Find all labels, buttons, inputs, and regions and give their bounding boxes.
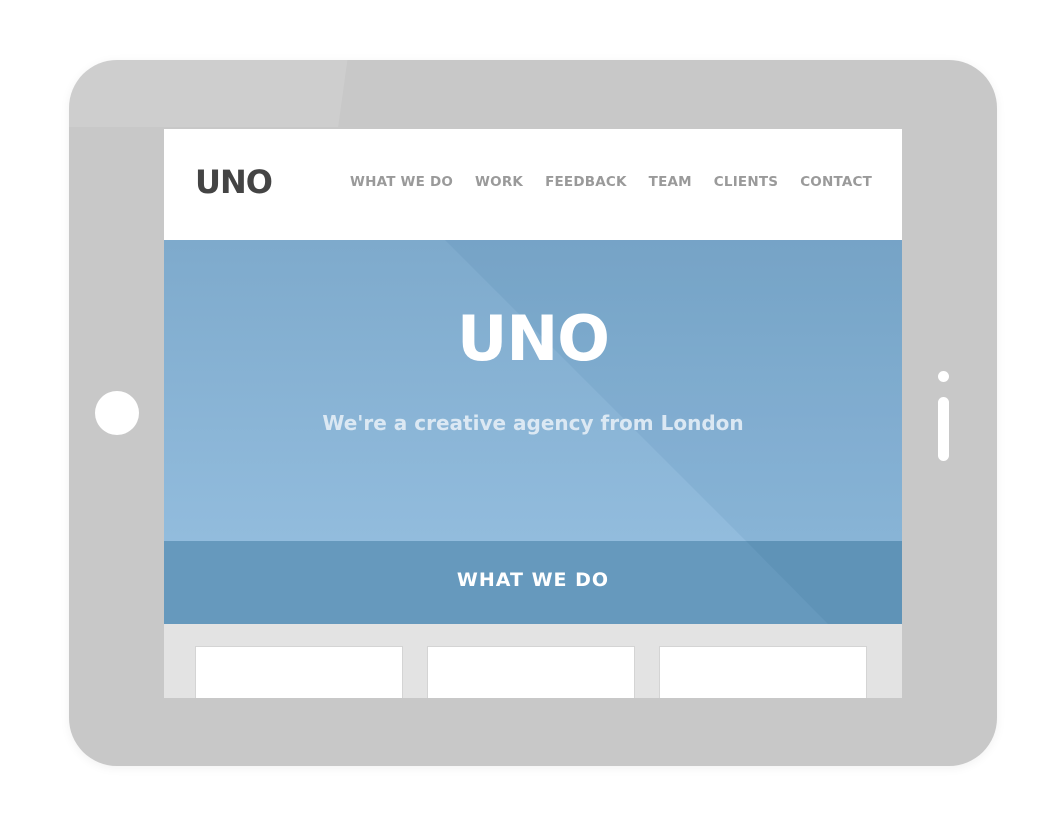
site-header: UNO WHAT WE DO WORK FEEDBACK TEAM CLIENT… bbox=[164, 129, 902, 240]
home-button[interactable] bbox=[95, 391, 139, 435]
hero-diagonal-shade bbox=[445, 240, 902, 541]
site-logo[interactable]: UNO bbox=[195, 163, 273, 201]
nav-item-contact[interactable]: CONTACT bbox=[800, 174, 872, 190]
camera-dot bbox=[938, 371, 949, 382]
nav-item-what-we-do[interactable]: WHAT WE DO bbox=[350, 174, 453, 190]
nav-item-feedback[interactable]: FEEDBACK bbox=[545, 174, 627, 190]
main-nav: WHAT WE DO WORK FEEDBACK TEAM CLIENTS CO… bbox=[350, 174, 872, 190]
screen: UNO WHAT WE DO WORK FEEDBACK TEAM CLIENT… bbox=[164, 129, 902, 698]
speaker-slot bbox=[938, 397, 949, 461]
hero-title: UNO bbox=[457, 302, 610, 375]
cards-area bbox=[164, 624, 902, 698]
section-title: WHAT WE DO bbox=[456, 569, 610, 591]
stage: UNO WHAT WE DO WORK FEEDBACK TEAM CLIENT… bbox=[0, 0, 1062, 832]
service-card bbox=[659, 646, 867, 698]
hero-section: UNO We're a creative agency from London bbox=[164, 240, 902, 541]
service-card bbox=[195, 646, 403, 698]
hero-subtitle: We're a creative agency from London bbox=[322, 411, 744, 435]
nav-item-work[interactable]: WORK bbox=[475, 174, 523, 190]
nav-item-clients[interactable]: CLIENTS bbox=[714, 174, 778, 190]
what-we-do-bar: WHAT WE DO bbox=[164, 541, 902, 624]
nav-item-team[interactable]: TEAM bbox=[649, 174, 692, 190]
service-card bbox=[427, 646, 635, 698]
